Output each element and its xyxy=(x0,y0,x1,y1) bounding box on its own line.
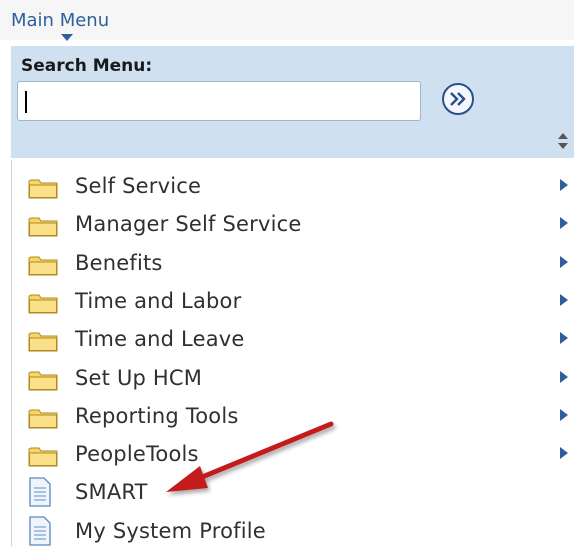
main-menu-link[interactable]: Main Menu xyxy=(11,10,109,31)
menu-item-label: Reporting Tools xyxy=(75,404,239,428)
folder-icon xyxy=(28,177,58,203)
sort-icon[interactable] xyxy=(557,131,569,151)
triangle-right-icon[interactable] xyxy=(560,256,568,268)
triangle-right-icon[interactable] xyxy=(560,179,568,191)
triangle-right-icon[interactable] xyxy=(560,447,568,459)
menu-item-label: Time and Labor xyxy=(75,289,242,313)
document-icon xyxy=(28,477,52,511)
document-icon xyxy=(28,516,52,550)
menu-item-my-system-profile[interactable]: My System Profile xyxy=(12,513,574,549)
triangle-right-icon[interactable] xyxy=(560,294,568,306)
chevron-down-icon[interactable] xyxy=(61,34,73,41)
triangle-right-icon[interactable] xyxy=(560,332,568,344)
menu-item-label: PeopleTools xyxy=(75,442,199,466)
menu-item-set-up-hcm[interactable]: Set Up HCM xyxy=(12,360,574,396)
triangle-right-icon[interactable] xyxy=(560,409,568,421)
triangle-right-icon[interactable] xyxy=(560,371,568,383)
double-chevron-right-icon xyxy=(450,92,466,106)
folder-icon xyxy=(28,330,58,356)
menu-item-label: My System Profile xyxy=(75,519,266,543)
folder-icon xyxy=(28,407,58,433)
search-label: Search Menu: xyxy=(21,56,153,76)
menu-item-reporting-tools[interactable]: Reporting Tools xyxy=(12,398,574,434)
folder-icon xyxy=(28,369,58,395)
menu-item-self-service[interactable]: Self Service xyxy=(12,168,574,204)
menu-item-benefits[interactable]: Benefits xyxy=(12,245,574,281)
menu-item-label: SMART xyxy=(75,480,148,504)
menu-item-time-and-leave[interactable]: Time and Leave xyxy=(12,321,574,357)
menu-item-time-and-labor[interactable]: Time and Labor xyxy=(12,283,574,319)
menu-item-label: Manager Self Service xyxy=(75,212,302,236)
triangle-right-icon[interactable] xyxy=(560,217,568,229)
menu-item-smart[interactable]: SMART xyxy=(12,474,574,510)
menu-item-label: Self Service xyxy=(75,174,202,198)
search-panel: Search Menu: xyxy=(11,46,574,158)
menu-item-label: Set Up HCM xyxy=(75,366,203,390)
menu-item-manager-self-service[interactable]: Manager Self Service xyxy=(12,206,574,242)
folder-icon xyxy=(28,254,58,280)
menu-item-peopletools[interactable]: PeopleTools xyxy=(12,436,574,472)
search-input[interactable] xyxy=(17,81,421,121)
text-cursor xyxy=(25,91,27,113)
folder-icon xyxy=(28,215,58,241)
header-bar: Main Menu xyxy=(0,0,574,41)
menu-item-label: Time and Leave xyxy=(75,327,245,351)
search-go-button[interactable] xyxy=(442,83,474,115)
folder-icon xyxy=(28,445,58,471)
menu-list: Self Service Manager Self Service Benefits… xyxy=(11,160,574,546)
folder-icon xyxy=(28,292,58,318)
menu-item-label: Benefits xyxy=(75,251,163,275)
